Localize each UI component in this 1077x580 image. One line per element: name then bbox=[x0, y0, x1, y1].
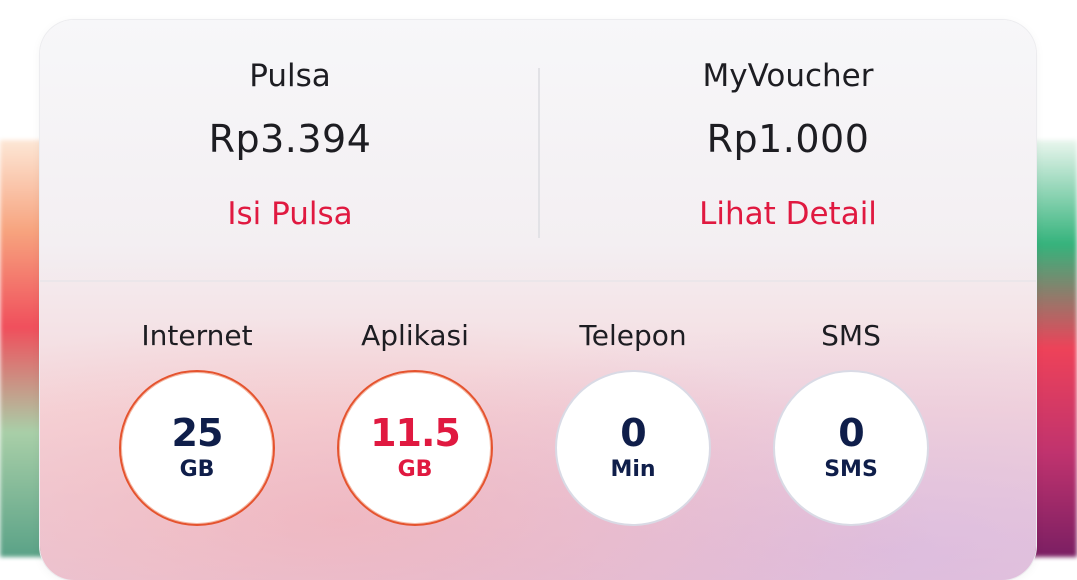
quota-internet-circle[interactable]: 25 GB bbox=[119, 370, 275, 526]
pulsa-value: Rp3.394 bbox=[208, 117, 372, 161]
voucher-label: MyVoucher bbox=[702, 58, 874, 94]
quota-aplikasi-circle[interactable]: 11.5 GB bbox=[337, 370, 493, 526]
quota-aplikasi-label: Aplikasi bbox=[361, 319, 469, 352]
quota-telepon-unit: Min bbox=[610, 457, 656, 482]
quota-sms-unit: SMS bbox=[824, 457, 878, 482]
quota-internet[interactable]: Internet 25 GB bbox=[88, 316, 306, 526]
isi-pulsa-link[interactable]: Isi Pulsa bbox=[40, 196, 540, 232]
voucher-value: Rp1.000 bbox=[706, 117, 870, 161]
quota-aplikasi-value: 11.5 bbox=[370, 411, 461, 455]
quota-sms-circle[interactable]: 0 SMS bbox=[773, 370, 929, 526]
quota-internet-value: 25 bbox=[171, 411, 224, 455]
pulsa-section: Pulsa Rp3.394 Isi Pulsa bbox=[40, 20, 540, 280]
quota-telepon[interactable]: Telepon 0 Min bbox=[524, 316, 742, 526]
quota-telepon-circle[interactable]: 0 Min bbox=[555, 370, 711, 526]
quota-telepon-label: Telepon bbox=[579, 319, 687, 352]
quota-telepon-value: 0 bbox=[620, 411, 646, 455]
quota-internet-unit: GB bbox=[179, 457, 215, 482]
quota-sms[interactable]: SMS 0 SMS bbox=[742, 316, 960, 526]
balance-card: Pulsa Rp3.394 Isi Pulsa MyVoucher Rp1.00… bbox=[40, 20, 1036, 580]
balance-row: Pulsa Rp3.394 Isi Pulsa MyVoucher Rp1.00… bbox=[40, 20, 1036, 280]
lihat-detail-link[interactable]: Lihat Detail bbox=[540, 196, 1036, 232]
quota-sms-value: 0 bbox=[838, 411, 864, 455]
quota-aplikasi[interactable]: Aplikasi 11.5 GB bbox=[306, 316, 524, 526]
quota-internet-label: Internet bbox=[141, 319, 253, 352]
voucher-section: MyVoucher Rp1.000 Lihat Detail bbox=[540, 20, 1036, 280]
quota-sms-label: SMS bbox=[821, 319, 881, 352]
horizontal-divider bbox=[40, 280, 1036, 282]
pulsa-label: Pulsa bbox=[249, 58, 331, 94]
quota-aplikasi-unit: GB bbox=[397, 457, 433, 482]
